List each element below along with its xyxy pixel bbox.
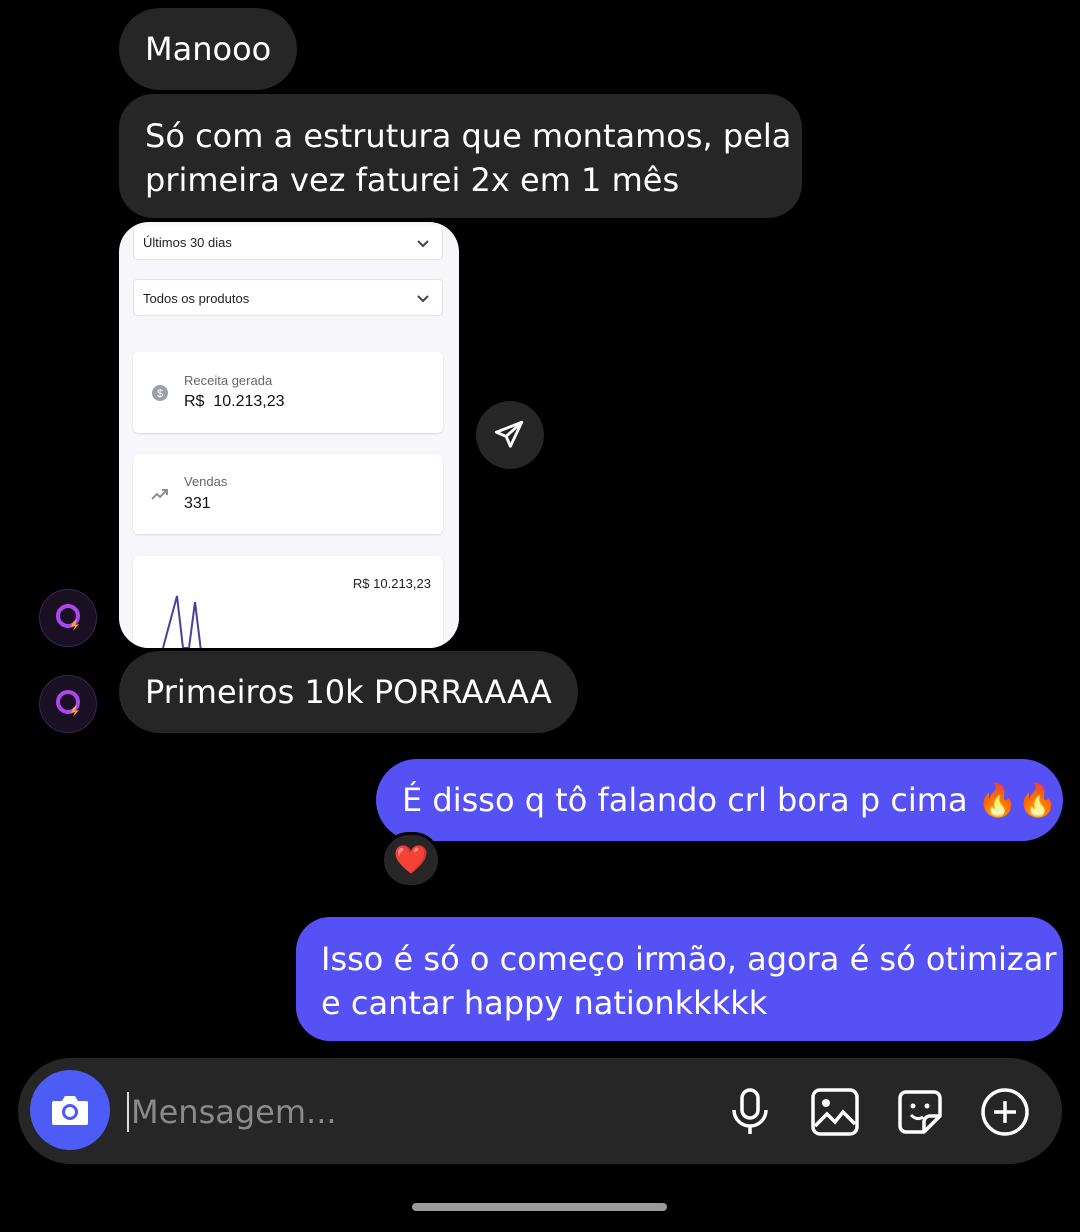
product-select: Todos os produtos — [133, 279, 443, 316]
sticker-icon — [898, 1090, 942, 1134]
camera-icon — [52, 1096, 88, 1125]
message-bubble-incoming[interactable]: Manooo — [119, 8, 297, 90]
camera-button[interactable] — [30, 1070, 110, 1150]
message-bubble-outgoing[interactable]: Isso é só o começo irmão, agora é só oti… — [296, 917, 1063, 1041]
avatar[interactable] — [39, 589, 97, 647]
message-bubble-incoming[interactable]: Só com a estrutura que montamos, pela pr… — [119, 94, 802, 218]
share-button[interactable] — [476, 401, 544, 469]
message-composer — [18, 1058, 1062, 1164]
sales-label: Vendas — [184, 474, 228, 489]
message-bubble-incoming[interactable]: Primeiros 10k PORRAAAA — [119, 651, 578, 733]
message-text: Primeiros 10k PORRAAAA — [145, 673, 552, 711]
product-select-label: Todos os produtos — [143, 291, 250, 306]
avatar-logo-icon — [56, 604, 80, 631]
microphone-icon — [732, 1088, 768, 1134]
avatar[interactable] — [39, 675, 97, 733]
revenue-card: $ Receita gerada R$ 10.213,23 — [133, 352, 443, 433]
sticker-button[interactable] — [892, 1084, 948, 1140]
trend-icon — [151, 489, 168, 500]
message-text: É disso q tô falando crl bora p cima 🔥🔥 — [402, 781, 1058, 819]
reaction-badge[interactable]: ❤️ — [381, 832, 441, 888]
revenue-label: Receita gerada — [184, 373, 273, 388]
home-indicator[interactable] — [412, 1203, 667, 1211]
message-text-line: Isso é só o começo irmão, agora é só oti… — [321, 940, 1057, 978]
gallery-button[interactable] — [807, 1084, 863, 1140]
svg-text:$: $ — [157, 388, 163, 400]
add-button[interactable] — [977, 1084, 1033, 1140]
revenue-value: R$ 10.213,23 — [184, 393, 285, 410]
sales-value: 331 — [184, 495, 211, 512]
message-text-line: Só com a estrutura que montamos, pela — [145, 117, 792, 155]
plus-icon — [981, 1088, 1029, 1136]
share-icon — [494, 420, 524, 448]
message-text: Manooo — [145, 30, 272, 68]
message-input[interactable] — [129, 1086, 613, 1138]
message-text-line: e cantar happy nationkkkkk — [321, 984, 768, 1022]
heart-reaction: ❤️ — [393, 843, 429, 876]
message-text-line: primeira vez faturei 2x em 1 mês — [145, 161, 680, 199]
revenue-sparkline — [162, 595, 202, 648]
sales-card: Vendas 331 — [133, 454, 443, 534]
avatar-logo-icon — [56, 690, 80, 717]
gallery-icon — [811, 1088, 859, 1136]
period-select: Últimos 30 dias — [133, 226, 443, 260]
revenue-chart-card: R$ 10.213,23 — [133, 556, 443, 648]
message-bubble-outgoing[interactable]: É disso q tô falando crl bora p cima 🔥🔥 — [376, 759, 1063, 841]
period-select-label: Últimos 30 dias — [143, 235, 232, 250]
dollar-icon: $ — [152, 385, 168, 401]
chevron-down-icon — [417, 295, 429, 303]
chevron-down-icon — [417, 240, 429, 248]
shared-image[interactable]: Últimos 30 dias Todos os produtos $ Rece… — [119, 222, 459, 648]
microphone-button[interactable] — [722, 1084, 778, 1140]
